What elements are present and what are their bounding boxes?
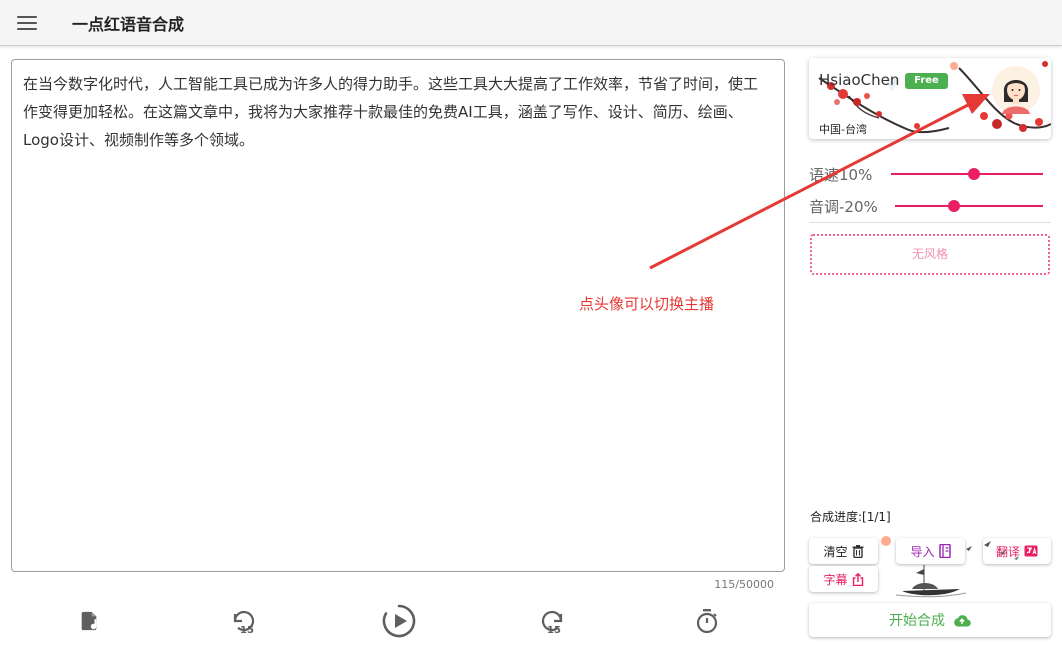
import-book-icon	[938, 544, 951, 558]
pitch-label: 音调-20%	[809, 198, 878, 216]
start-synthesis-button[interactable]: 开始合成	[809, 603, 1051, 637]
voice-name: HsiaoChen	[819, 71, 900, 89]
subtitle-label: 字幕	[823, 572, 848, 587]
rewind-15-label: 15	[240, 625, 254, 634]
cloud-upload-icon	[954, 615, 971, 627]
forward-15-button[interactable]: 15	[535, 604, 569, 638]
clear-button[interactable]: 清空	[809, 538, 878, 564]
rewind-15-button[interactable]: 15	[227, 604, 261, 638]
anchor-avatar[interactable]	[992, 66, 1040, 114]
trash-icon	[852, 544, 863, 558]
play-button[interactable]	[380, 602, 418, 640]
char-count: 115/50000	[714, 578, 774, 591]
free-badge: Free	[905, 73, 948, 89]
pitch-slider-row: 音调-20%	[809, 194, 1051, 218]
panel-divider	[809, 222, 1051, 223]
rewind-15-icon: 15	[233, 610, 255, 634]
rate-slider-track[interactable]	[891, 173, 1043, 175]
progress-label: 合成进度:[1/1]	[810, 510, 891, 524]
pitch-slider-thumb[interactable]	[948, 200, 960, 212]
app-header: 一点红语音合成	[0, 0, 1062, 46]
translate-button[interactable]: 翻译	[983, 538, 1051, 564]
voice-card[interactable]: HsiaoChen Free 中国-台湾	[809, 58, 1051, 139]
forward-15-icon: 15	[541, 610, 563, 634]
forward-15-label: 15	[547, 625, 561, 634]
audio-file-button[interactable]	[72, 604, 106, 638]
rate-slider-thumb[interactable]	[968, 168, 980, 180]
audio-file-icon	[81, 611, 97, 631]
pitch-slider-track[interactable]	[895, 205, 1043, 207]
import-button[interactable]: 导入	[896, 538, 965, 564]
style-selector[interactable]: 无风格	[810, 234, 1050, 275]
start-synthesis-label: 开始合成	[889, 613, 945, 629]
translate-label: 翻译	[995, 544, 1020, 559]
annotation-text: 点头像可以切换主播	[579, 295, 715, 313]
import-label: 导入	[910, 544, 935, 559]
editor-text[interactable]: 在当今数字化时代，人工智能工具已成为许多人的得力助手。这些工具大大提高了工作效率…	[23, 70, 763, 154]
rate-label: 语速10%	[809, 166, 873, 184]
play-icon	[382, 604, 416, 638]
timer-icon	[696, 609, 718, 634]
text-input-area[interactable]: 在当今数字化时代，人工智能工具已成为许多人的得力助手。这些工具大大提高了工作效率…	[11, 59, 785, 572]
rate-slider-row: 语速10%	[809, 162, 1051, 186]
voice-region: 中国-台湾	[819, 123, 867, 136]
hamburger-menu-icon[interactable]	[17, 13, 37, 31]
share-export-icon	[852, 572, 863, 586]
timer-button[interactable]	[690, 604, 724, 638]
subtitle-button[interactable]: 字幕	[809, 566, 878, 592]
translate-icon	[1024, 545, 1038, 557]
clear-label: 清空	[823, 544, 848, 559]
app-title: 一点红语音合成	[72, 15, 185, 34]
